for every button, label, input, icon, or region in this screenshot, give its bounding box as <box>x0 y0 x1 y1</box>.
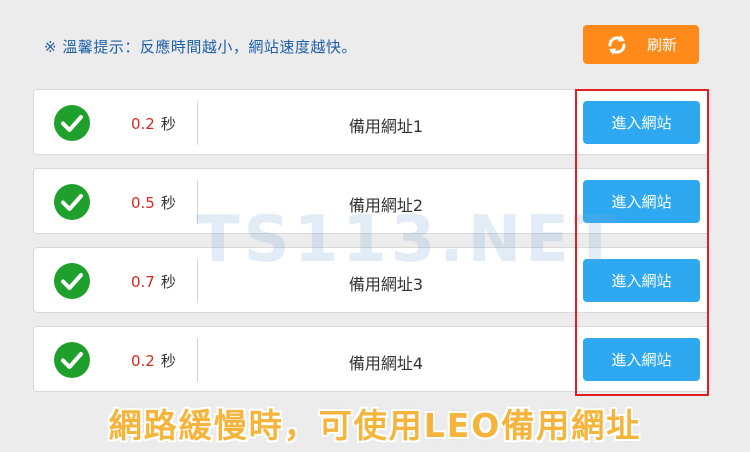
enter-site-button[interactable]: 進入網站 <box>583 101 700 144</box>
site-row: 0.2 秒 備用網址4 進入網站 <box>33 326 710 392</box>
time-value: 0.5 <box>131 194 155 212</box>
time-value: 0.7 <box>131 273 155 291</box>
notice-text: ※ 溫馨提示：反應時間越小，網站速度越快。 <box>44 38 357 56</box>
refresh-label: 刷新 <box>646 36 677 54</box>
check-icon <box>54 342 90 378</box>
site-title: 備用網址1 <box>348 117 424 136</box>
time-unit: 秒 <box>160 352 176 370</box>
site-title: 備用網址3 <box>348 275 424 294</box>
check-icon <box>54 184 90 220</box>
site-row: 0.2 秒 備用網址1 進入網站 <box>33 89 710 155</box>
site-title: 備用網址2 <box>348 196 424 215</box>
check-icon <box>54 105 90 141</box>
response-time: 0.2 秒 <box>131 350 176 371</box>
enter-site-button[interactable]: 進入網站 <box>583 180 700 223</box>
refresh-button[interactable]: 刷新 <box>583 25 699 64</box>
enter-site-button[interactable]: 進入網站 <box>583 259 700 302</box>
site-row: 0.5 秒 備用網址2 進入網站 <box>33 168 710 234</box>
time-value: 0.2 <box>131 115 155 133</box>
time-unit: 秒 <box>160 194 176 212</box>
response-time: 0.2 秒 <box>131 113 176 134</box>
response-time: 0.5 秒 <box>131 192 176 213</box>
response-time: 0.7 秒 <box>131 271 176 292</box>
time-unit: 秒 <box>160 273 176 291</box>
time-unit: 秒 <box>160 115 176 133</box>
site-row: 0.7 秒 備用網址3 進入網站 <box>33 247 710 313</box>
time-value: 0.2 <box>131 352 155 370</box>
enter-site-button[interactable]: 進入網站 <box>583 338 700 381</box>
caption-text: 網路緩慢時，可使用LEO備用網址 <box>108 406 642 445</box>
site-title: 備用網址4 <box>348 354 424 373</box>
site-list: 0.2 秒 備用網址1 進入網站 0.5 秒 備用網址2 進入網站 0.7 秒 備用網… <box>33 89 710 405</box>
check-icon <box>54 263 90 299</box>
refresh-icon <box>605 33 629 57</box>
